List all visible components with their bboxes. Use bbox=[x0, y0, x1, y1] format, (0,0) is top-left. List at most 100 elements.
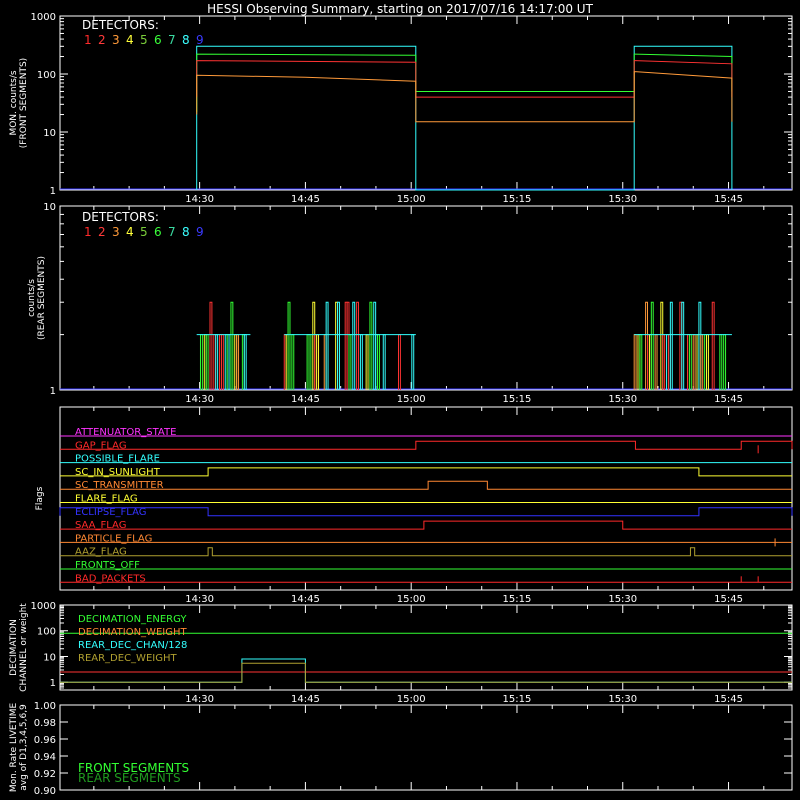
y-tick-label: 0.92 bbox=[34, 769, 56, 780]
rear-count-mark bbox=[692, 334, 696, 390]
rear-count-mark bbox=[199, 334, 203, 390]
rear-count-mark bbox=[356, 301, 360, 390]
x-tick-label: 15:45 bbox=[714, 394, 743, 405]
livetime-legend: REAR SEGMENTS bbox=[78, 771, 181, 785]
rear-count-mark bbox=[287, 301, 291, 390]
rear-count-mark bbox=[230, 301, 234, 390]
y-axis-label: CHANNEL or weight bbox=[19, 603, 29, 692]
y-axis-label: Flags bbox=[35, 486, 45, 510]
y-axis-label: avg of D1,3,4,5,6,9 bbox=[19, 704, 29, 791]
x-tick-label: 14:30 bbox=[185, 194, 214, 205]
rear-count-mark bbox=[209, 301, 213, 390]
flag-series bbox=[59, 507, 793, 517]
observing-summary-plot: HESSI Observing Summary, starting on 201… bbox=[9, 2, 793, 797]
legend-detector: 6 bbox=[154, 33, 162, 47]
x-tick-label: 15:00 bbox=[397, 394, 426, 405]
y-tick-label: 0.90 bbox=[34, 786, 56, 797]
y-tick-label: 100 bbox=[37, 627, 56, 638]
rear-count-mark bbox=[325, 301, 329, 390]
rear-count-mark bbox=[236, 334, 240, 390]
y-axis-label: DECIMATION bbox=[9, 619, 19, 676]
x-tick-label: 14:30 bbox=[185, 694, 214, 705]
x-tick-label: 15:15 bbox=[503, 694, 532, 705]
legend-detector: 8 bbox=[182, 33, 190, 47]
legend-detector: 1 bbox=[84, 33, 92, 47]
rear-count-mark bbox=[369, 301, 373, 390]
y-tick-label: 0.94 bbox=[34, 752, 56, 763]
rear-count-mark bbox=[377, 334, 380, 390]
legend-detector: 2 bbox=[98, 33, 106, 47]
plot-title: HESSI Observing Summary, starting on 201… bbox=[207, 2, 593, 16]
rear-count-mark bbox=[337, 301, 340, 390]
x-tick-label: 15:45 bbox=[714, 194, 743, 205]
flag-series bbox=[60, 547, 792, 557]
legend-detector: 4 bbox=[126, 225, 134, 239]
rear-count-mark bbox=[706, 334, 709, 390]
rear-count-mark bbox=[348, 334, 352, 390]
x-tick-label: 15:15 bbox=[503, 394, 532, 405]
y-tick-label: 1 bbox=[50, 186, 56, 197]
y-tick-label: 1000 bbox=[31, 12, 56, 23]
rear-count-mark bbox=[654, 334, 658, 390]
rear-count-mark bbox=[639, 334, 643, 390]
rear-count-mark bbox=[215, 334, 219, 390]
legend-detector: 6 bbox=[154, 225, 162, 239]
rear-count-mark bbox=[308, 334, 312, 390]
x-tick-label: 14:30 bbox=[185, 594, 214, 605]
rear-count-mark bbox=[352, 301, 356, 390]
rear-count-mark bbox=[700, 334, 704, 390]
x-tick-label: 14:30 bbox=[185, 394, 214, 405]
x-tick-label: 15:15 bbox=[503, 594, 532, 605]
x-tick-label: 15:45 bbox=[714, 594, 743, 605]
chart-layer: 14:30 14:45 15:00 15:15 15:30 15:451101001000… bbox=[9, 12, 793, 797]
rear-count-mark bbox=[669, 301, 673, 390]
decimation-legend: DECIMATION_WEIGHT bbox=[78, 627, 187, 638]
rear-count-mark bbox=[711, 301, 715, 390]
rear-count-mark bbox=[365, 334, 369, 390]
y-tick-label: 1 bbox=[50, 386, 56, 397]
flag-series bbox=[60, 440, 793, 450]
y-axis-label: Mon. Rate LIVETIME bbox=[9, 703, 19, 793]
x-tick-label: 15:30 bbox=[608, 694, 637, 705]
legend-detector: 2 bbox=[98, 225, 106, 239]
legend-title: DETECTORS: bbox=[82, 210, 159, 224]
rear-count-mark bbox=[411, 334, 415, 390]
rear-count-mark bbox=[205, 334, 209, 390]
y-tick-label: 10 bbox=[43, 652, 56, 663]
y-axis-label: (REAR SEGMENTS) bbox=[37, 256, 47, 340]
x-tick-label: 15:00 bbox=[397, 194, 426, 205]
legend-detector: 9 bbox=[196, 225, 204, 239]
legend-detector: 7 bbox=[168, 225, 176, 239]
x-tick-label: 15:45 bbox=[714, 694, 743, 705]
legend-detector: 3 bbox=[112, 225, 120, 239]
flag-series bbox=[60, 467, 792, 477]
x-tick-label: 14:45 bbox=[291, 694, 320, 705]
rear-count-mark bbox=[359, 334, 363, 390]
rear-count-mark bbox=[316, 334, 320, 390]
y-tick-label: 1.00 bbox=[34, 701, 56, 712]
y-tick-label: 0.98 bbox=[34, 718, 56, 729]
y-axis-label: (FRONT SEGMENTS) bbox=[19, 58, 29, 148]
rear-count-mark bbox=[220, 334, 224, 390]
x-tick-label: 15:15 bbox=[503, 194, 532, 205]
x-tick-label: 15:00 bbox=[397, 594, 426, 605]
decimation-legend: REAR_DEC_WEIGHT bbox=[78, 653, 177, 664]
y-tick-label: 100 bbox=[37, 70, 56, 81]
y-tick-label: 1000 bbox=[31, 601, 56, 612]
front-series-1 bbox=[196, 53, 733, 113]
rear-count-mark bbox=[397, 334, 401, 390]
legend-detector: 3 bbox=[112, 33, 120, 47]
rear-count-mark bbox=[681, 301, 685, 390]
legend-detector: 8 bbox=[182, 225, 190, 239]
x-tick-label: 15:00 bbox=[397, 694, 426, 705]
decimation-legend: REAR_DEC_CHAN/128 bbox=[78, 640, 187, 651]
y-tick-label: 1 bbox=[50, 678, 56, 689]
flag-series bbox=[60, 520, 792, 530]
rear-count-mark bbox=[719, 334, 723, 390]
front-series-0 bbox=[196, 45, 733, 191]
rear-count-mark bbox=[382, 334, 386, 390]
legend-detector: 4 bbox=[126, 33, 134, 47]
legend-detector: 5 bbox=[140, 33, 148, 47]
x-tick-label: 14:45 bbox=[291, 394, 320, 405]
rear-count-mark bbox=[650, 301, 654, 390]
